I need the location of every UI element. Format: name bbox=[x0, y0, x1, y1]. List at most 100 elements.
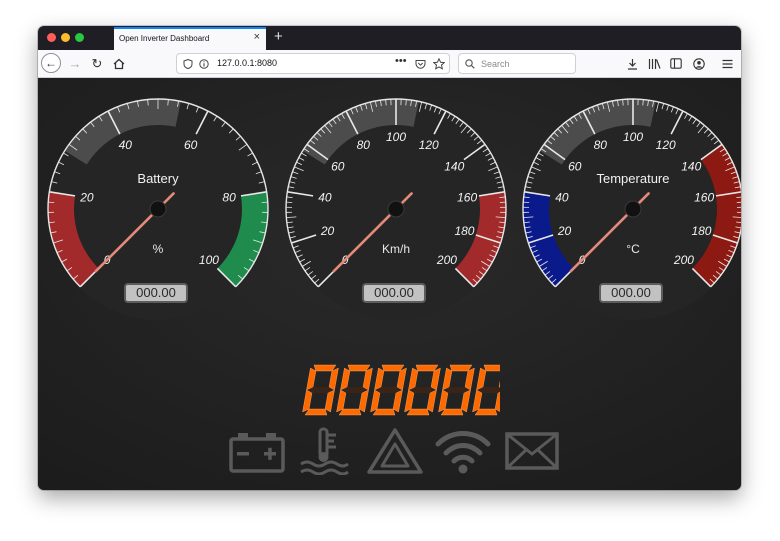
battery-gauge-label: 100 bbox=[199, 253, 219, 267]
search-placeholder: Search bbox=[481, 59, 510, 69]
odometer-segment bbox=[494, 391, 500, 412]
temperature-gauge-label: 80 bbox=[594, 138, 608, 152]
odometer-display bbox=[302, 364, 500, 416]
odometer-segment bbox=[377, 387, 400, 393]
dashboard: 020406080100Battery% 0204060801001201401… bbox=[38, 78, 741, 490]
odometer-segment bbox=[498, 380, 500, 388]
temperature-gauge-unit: °C bbox=[626, 242, 640, 256]
temperature-gauge-label: 160 bbox=[694, 191, 714, 205]
nav-bar: ← → ↻ 127.0.0.1:8080 ••• Search bbox=[38, 50, 741, 78]
reload-button[interactable]: ↻ bbox=[88, 50, 106, 77]
search-bar[interactable]: Search bbox=[458, 53, 576, 74]
odometer-segment bbox=[472, 389, 483, 413]
page-actions-icon[interactable]: ••• bbox=[395, 55, 407, 67]
battery-gauge-label: 20 bbox=[79, 191, 94, 205]
odometer-segment bbox=[324, 389, 335, 413]
speed-gauge-label: 40 bbox=[318, 191, 332, 205]
speed-gauge-label: 140 bbox=[444, 160, 464, 174]
browser-window: Open Inverter Dashboard × + ← → ↻ 127.0.… bbox=[38, 26, 741, 490]
temperature-gauge-label: 180 bbox=[691, 224, 711, 238]
temperature-gauge-tick bbox=[642, 99, 644, 106]
new-tab-button[interactable]: + bbox=[274, 29, 283, 44]
odometer-segment bbox=[302, 389, 313, 413]
temperature-gauge-tick bbox=[622, 99, 624, 106]
odometer-segment bbox=[374, 367, 385, 391]
speed-gauge-label: 60 bbox=[331, 160, 345, 174]
account-button[interactable] bbox=[691, 50, 707, 77]
odometer-segment bbox=[411, 387, 434, 393]
temperature-gauge-label: 100 bbox=[623, 130, 643, 144]
odometer-segment bbox=[426, 389, 437, 413]
zoom-window-button[interactable] bbox=[75, 33, 84, 42]
library-icon bbox=[648, 58, 661, 69]
url-bar[interactable]: 127.0.0.1:8080 ••• bbox=[176, 53, 450, 74]
search-icon bbox=[465, 59, 475, 69]
speed-gauge-label: 20 bbox=[320, 224, 335, 238]
downloads-button[interactable] bbox=[624, 50, 640, 77]
odometer-segment bbox=[338, 408, 362, 416]
odometer-segment bbox=[340, 367, 351, 391]
hamburger-menu-icon bbox=[722, 59, 732, 68]
battery-readout: 000.00 bbox=[124, 283, 188, 303]
battery-warning-icon bbox=[229, 433, 285, 473]
battery-gauge-tick bbox=[167, 99, 169, 106]
speed-gauge-label: 180 bbox=[454, 224, 474, 238]
odometer-segment bbox=[309, 387, 332, 393]
info-icon[interactable] bbox=[199, 59, 209, 69]
battery-gauge-hub bbox=[149, 200, 167, 218]
odometer-segment bbox=[336, 389, 347, 413]
close-window-button[interactable] bbox=[47, 33, 56, 42]
odometer-segment bbox=[304, 408, 328, 416]
temperature-gauge-label: 120 bbox=[656, 138, 676, 152]
odometer-segment bbox=[476, 367, 487, 391]
odometer-segment bbox=[372, 408, 396, 416]
account-icon bbox=[693, 57, 705, 70]
odometer-segment bbox=[358, 389, 369, 413]
speed-gauge-tick bbox=[385, 99, 387, 106]
speed-gauge-label: 100 bbox=[386, 130, 406, 144]
odometer-segment bbox=[343, 387, 366, 393]
tab-bar: Open Inverter Dashboard × + bbox=[38, 26, 741, 50]
odometer-segment bbox=[438, 389, 449, 413]
battery-gauge-tick bbox=[147, 99, 149, 106]
shield-icon[interactable] bbox=[183, 59, 193, 69]
menu-button[interactable] bbox=[720, 50, 734, 77]
odometer-segment bbox=[474, 408, 498, 416]
coolant-temperature-icon bbox=[300, 427, 349, 475]
wifi-icon bbox=[435, 431, 491, 474]
odometer-segment bbox=[328, 367, 339, 391]
odometer-segment bbox=[370, 389, 381, 413]
indicator-row bbox=[226, 427, 559, 477]
home-button[interactable] bbox=[110, 50, 128, 77]
download-icon bbox=[627, 58, 637, 70]
tab-title: Open Inverter Dashboard bbox=[119, 34, 210, 43]
back-button[interactable]: ← bbox=[41, 53, 61, 73]
odometer-segment bbox=[479, 387, 500, 393]
tab-close-icon[interactable]: × bbox=[254, 32, 260, 43]
odometer-segment bbox=[449, 364, 473, 372]
library-button[interactable] bbox=[646, 50, 662, 77]
temperature-gauge-label: 200 bbox=[673, 253, 694, 267]
sidebar-button[interactable] bbox=[668, 50, 684, 77]
hazard-warning-icon bbox=[367, 428, 423, 474]
minimize-window-button[interactable] bbox=[61, 33, 70, 42]
temperature-readout: 000.00 bbox=[599, 283, 663, 303]
bookmark-star-icon[interactable] bbox=[433, 58, 445, 70]
odometer-segment bbox=[445, 387, 468, 393]
battery-gauge-unit: % bbox=[153, 242, 164, 256]
odometer-segment bbox=[404, 389, 415, 413]
odometer-segment bbox=[430, 367, 441, 391]
odometer-segment bbox=[440, 408, 464, 416]
odometer-segment bbox=[464, 367, 475, 391]
speed-gauge-tick bbox=[405, 99, 407, 106]
pocket-icon[interactable] bbox=[415, 59, 426, 69]
tab-dashboard[interactable]: Open Inverter Dashboard × bbox=[114, 27, 266, 50]
odometer-segment bbox=[381, 364, 405, 372]
forward-button[interactable]: → bbox=[66, 50, 84, 77]
odometer-segment bbox=[392, 389, 403, 413]
odometer-segment bbox=[460, 389, 471, 413]
sidebar-icon bbox=[670, 58, 682, 69]
odometer-segment bbox=[415, 364, 439, 372]
url-text[interactable]: 127.0.0.1:8080 bbox=[217, 58, 277, 68]
speed-gauge-hub bbox=[387, 200, 405, 218]
